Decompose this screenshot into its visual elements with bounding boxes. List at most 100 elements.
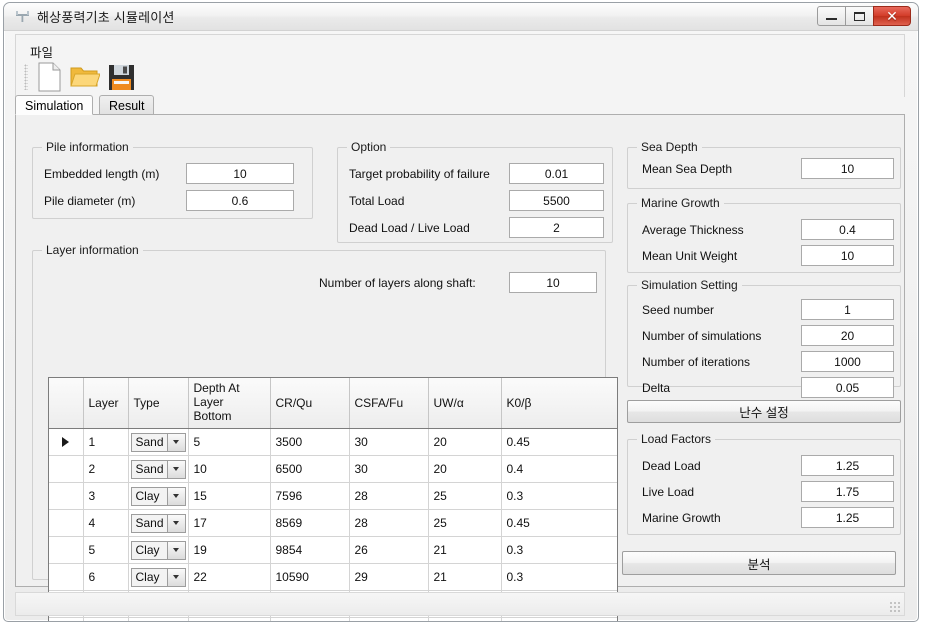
table-row[interactable]: 8Sand261295634280.42 xyxy=(49,617,617,621)
column-header-k0-beta[interactable]: K0/β xyxy=(501,378,617,429)
save-button[interactable] xyxy=(103,60,139,94)
chevron-down-icon[interactable] xyxy=(166,487,185,505)
cell-cr-qu[interactable]: 9854 xyxy=(270,536,350,564)
table-row[interactable]: 2 Sand 10 6500 30 20 0.4 xyxy=(49,455,617,483)
input-target-probability[interactable]: 0.01 xyxy=(509,163,604,184)
input-number-of-layers[interactable]: 10 xyxy=(509,272,597,293)
table-row[interactable]: 1 Sand 5 3500 30 20 0.45 xyxy=(49,428,617,456)
type-dropdown[interactable]: Clay xyxy=(130,540,186,560)
cell-uw-alpha[interactable]: 25 xyxy=(428,482,502,510)
title-bar[interactable]: 해상풍력기초 시뮬레이션 ✕ xyxy=(4,3,918,31)
type-dropdown[interactable]: Clay xyxy=(130,486,186,506)
cell-uw-alpha[interactable]: 28 xyxy=(428,617,502,621)
row-indicator-cell[interactable] xyxy=(49,455,84,483)
minimize-button[interactable] xyxy=(817,6,846,26)
cell-type[interactable]: Clay xyxy=(128,482,189,510)
column-header-uw-alpha[interactable]: UW/α xyxy=(428,378,502,429)
input-mean-sea-depth[interactable]: 10 xyxy=(801,158,894,179)
cell-depth-at-layer-bottom[interactable]: 17 xyxy=(188,509,271,537)
input-seed-number[interactable]: 1 xyxy=(801,299,894,320)
cell-cr-qu[interactable]: 12956 xyxy=(270,617,350,621)
cell-layer[interactable]: 1 xyxy=(83,428,129,456)
toolbar-grip[interactable] xyxy=(24,64,28,90)
table-row[interactable]: 6 Clay 22 10590 29 21 0.3 xyxy=(49,563,617,591)
input-mean-unit-weight[interactable]: 10 xyxy=(801,245,894,266)
input-delta[interactable]: 0.05 xyxy=(801,377,894,398)
cell-csfa-fu[interactable]: 28 xyxy=(349,482,429,510)
cell-uw-alpha[interactable]: 20 xyxy=(428,455,502,483)
cell-type[interactable]: Clay xyxy=(128,563,189,591)
chevron-down-icon[interactable] xyxy=(166,541,185,559)
cell-uw-alpha[interactable]: 21 xyxy=(428,563,502,591)
tab-result[interactable]: Result xyxy=(99,95,155,115)
cell-depth-at-layer-bottom[interactable]: 10 xyxy=(188,455,271,483)
cell-cr-qu[interactable]: 10590 xyxy=(270,563,350,591)
open-folder-button[interactable] xyxy=(67,60,103,94)
cell-k0-beta[interactable]: 0.45 xyxy=(501,428,617,456)
chevron-down-icon[interactable] xyxy=(166,433,185,451)
table-row[interactable]: 4 Sand 17 8569 28 25 0.45 xyxy=(49,509,617,537)
new-file-button[interactable] xyxy=(31,60,67,94)
cell-depth-at-layer-bottom[interactable]: 5 xyxy=(188,428,271,456)
chevron-down-icon[interactable] xyxy=(166,460,185,478)
resize-grip-icon[interactable] xyxy=(889,601,901,613)
layer-data-grid[interactable]: Layer Type Depth At Layer Bottom CR/Qu C… xyxy=(48,377,618,621)
cell-layer[interactable]: 2 xyxy=(83,455,129,483)
cell-cr-qu[interactable]: 7596 xyxy=(270,482,350,510)
row-indicator-cell[interactable] xyxy=(49,563,84,591)
cell-uw-alpha[interactable]: 20 xyxy=(428,428,502,456)
row-indicator-cell[interactable] xyxy=(49,509,84,537)
input-number-of-simulations[interactable]: 20 xyxy=(801,325,894,346)
cell-csfa-fu[interactable]: 30 xyxy=(349,455,429,483)
chevron-down-icon[interactable] xyxy=(166,568,185,586)
cell-cr-qu[interactable]: 3500 xyxy=(270,428,350,456)
column-header-layer[interactable]: Layer xyxy=(83,378,129,429)
input-dead-live-load[interactable]: 2 xyxy=(509,217,604,238)
row-indicator-cell[interactable] xyxy=(49,482,84,510)
cell-layer[interactable]: 5 xyxy=(83,536,129,564)
cell-depth-at-layer-bottom[interactable]: 26 xyxy=(188,617,271,621)
column-header-cr-qu[interactable]: CR/Qu xyxy=(270,378,350,429)
analyze-button[interactable]: 분석 xyxy=(622,551,896,575)
cell-csfa-fu[interactable]: 28 xyxy=(349,509,429,537)
chevron-down-icon[interactable] xyxy=(166,514,185,532)
cell-depth-at-layer-bottom[interactable]: 22 xyxy=(188,563,271,591)
column-header-indicator[interactable] xyxy=(49,378,84,429)
table-row[interactable]: 3 Clay 15 7596 28 25 0.3 xyxy=(49,482,617,510)
cell-depth-at-layer-bottom[interactable]: 19 xyxy=(188,536,271,564)
table-row[interactable]: 5 Clay 19 9854 26 21 0.3 xyxy=(49,536,617,564)
cell-type[interactable]: Sand xyxy=(128,617,189,621)
cell-csfa-fu[interactable]: 30 xyxy=(349,428,429,456)
cell-k0-beta[interactable]: 0.45 xyxy=(501,509,617,537)
column-header-type[interactable]: Type xyxy=(128,378,189,429)
cell-csfa-fu[interactable]: 34 xyxy=(349,617,429,621)
row-indicator-cell[interactable] xyxy=(49,536,84,564)
cell-cr-qu[interactable]: 6500 xyxy=(270,455,350,483)
cell-k0-beta[interactable]: 0.4 xyxy=(501,455,617,483)
input-total-load[interactable]: 5500 xyxy=(509,190,604,211)
type-dropdown[interactable]: Sand xyxy=(130,513,186,533)
cell-uw-alpha[interactable]: 25 xyxy=(428,509,502,537)
type-dropdown[interactable]: Sand xyxy=(130,432,186,452)
cell-layer[interactable]: 3 xyxy=(83,482,129,510)
random-seed-setting-button[interactable]: 난수 설정 xyxy=(627,400,901,423)
cell-type[interactable]: Sand xyxy=(128,428,189,456)
row-indicator-cell[interactable] xyxy=(49,428,84,456)
cell-layer[interactable]: 8 xyxy=(83,617,129,621)
cell-k0-beta[interactable]: 0.42 xyxy=(501,617,617,621)
input-number-of-iterations[interactable]: 1000 xyxy=(801,351,894,372)
cell-cr-qu[interactable]: 8569 xyxy=(270,509,350,537)
close-button[interactable]: ✕ xyxy=(873,6,911,26)
type-dropdown[interactable]: Sand xyxy=(130,459,186,479)
type-dropdown[interactable]: Clay xyxy=(130,567,186,587)
cell-type[interactable]: Clay xyxy=(128,536,189,564)
tab-simulation[interactable]: Simulation xyxy=(15,95,94,115)
cell-type[interactable]: Sand xyxy=(128,509,189,537)
input-live-load[interactable]: 1.75 xyxy=(801,481,894,502)
cell-k0-beta[interactable]: 0.3 xyxy=(501,482,617,510)
input-embedded-length[interactable]: 10 xyxy=(186,163,294,184)
cell-k0-beta[interactable]: 0.3 xyxy=(501,536,617,564)
maximize-button[interactable] xyxy=(845,6,874,26)
cell-layer[interactable]: 4 xyxy=(83,509,129,537)
column-header-csfa-fu[interactable]: CSFA/Fu xyxy=(349,378,429,429)
